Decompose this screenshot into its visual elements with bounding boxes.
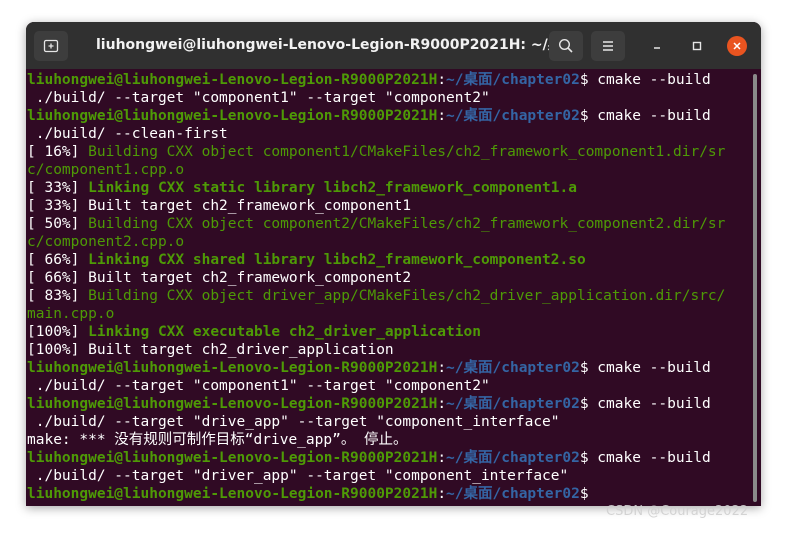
watermark: CSDN @Courage2022 (606, 504, 749, 519)
output-text: : (437, 108, 447, 124)
link-step-text: Linking CXX shared library libch2_framew… (88, 252, 586, 268)
output-text: : (437, 72, 447, 88)
output-text: $ cmake --build (579, 396, 711, 412)
terminal-line: [ 66%] Linking CXX shared library libch2… (27, 251, 747, 269)
menu-button[interactable] (591, 31, 625, 61)
terminal-line: liuhongwei@liuhongwei-Lenovo-Legion-R900… (27, 359, 747, 377)
maximize-button[interactable] (687, 36, 707, 56)
output-text: [ 33%] Built target ch2_framework_compon… (27, 198, 412, 214)
output-text: [ 33%] (27, 180, 89, 196)
close-icon (733, 42, 741, 50)
output-text: $ (579, 486, 598, 502)
output-text: make: *** 没有规则可制作目标“drive_app”。 停止。 (27, 432, 408, 448)
new-tab-button[interactable] (34, 31, 68, 61)
window-title: liuhongwei@liuhongwei-Lenovo-Legion-R900… (96, 37, 556, 53)
close-button[interactable] (727, 36, 747, 56)
new-tab-icon (43, 39, 59, 53)
terminal-line: make: *** 没有规则可制作目标“drive_app”。 停止。 (27, 431, 747, 449)
prompt-user: liuhongwei@liuhongwei-Lenovo-Legion-R900… (27, 486, 438, 502)
terminal-line: c/component1.cpp.o (27, 161, 747, 179)
build-step-text: c/component2.cpp.o (27, 234, 185, 250)
build-step-text: Building CXX object component1/CMakeFile… (88, 144, 726, 160)
terminal-line: ./build/ --clean-first (27, 125, 747, 143)
terminal-line: [ 66%] Built target ch2_framework_compon… (27, 269, 747, 287)
link-step-text: Linking CXX executable ch2_driver_applic… (88, 324, 481, 340)
scrollbar[interactable] (753, 74, 757, 502)
output-text: ./build/ --clean-first (27, 126, 228, 142)
terminal-line: liuhongwei@liuhongwei-Lenovo-Legion-R900… (27, 71, 747, 89)
terminal-line: [ 16%] Building CXX object component1/CM… (27, 143, 747, 161)
terminal-line: ./build/ --target "component1" --target … (27, 89, 747, 107)
terminal-line: main.cpp.o (27, 305, 747, 323)
terminal-line: liuhongwei@liuhongwei-Lenovo-Legion-R900… (27, 107, 747, 125)
output-text: [ 50%] (27, 216, 89, 232)
terminal-line: ./build/ --target "driver_app" --target … (27, 467, 747, 485)
build-step-text: c/component1.cpp.o (27, 162, 185, 178)
prompt-user: liuhongwei@liuhongwei-Lenovo-Legion-R900… (27, 360, 438, 376)
prompt-path: ~/桌面/chapter02 (446, 72, 580, 88)
output-text: [100%] Built target ch2_driver_applicati… (27, 342, 394, 358)
terminal-line: [ 83%] Building CXX object driver_app/CM… (27, 287, 747, 305)
terminal-line: liuhongwei@liuhongwei-Lenovo-Legion-R900… (27, 485, 747, 503)
prompt-user: liuhongwei@liuhongwei-Lenovo-Legion-R900… (27, 396, 438, 412)
output-text: : (437, 396, 447, 412)
terminal-window: liuhongwei@liuhongwei-Lenovo-Legion-R900… (26, 22, 761, 506)
output-text: ./build/ --target "driver_app" --target … (27, 468, 569, 484)
build-step-text: main.cpp.o (27, 306, 115, 322)
link-step-text: Linking CXX static library libch2_framew… (88, 180, 577, 196)
terminal-line: liuhongwei@liuhongwei-Lenovo-Legion-R900… (27, 395, 747, 413)
title-bar: liuhongwei@liuhongwei-Lenovo-Legion-R900… (26, 22, 761, 69)
terminal-line: [ 33%] Linking CXX static library libch2… (27, 179, 747, 197)
output-text: [ 83%] (27, 288, 89, 304)
output-text: $ cmake --build (579, 450, 711, 466)
output-text: ./build/ --target "component1" --target … (27, 90, 490, 106)
output-text: $ cmake --build (579, 360, 711, 376)
output-text: $ cmake --build (579, 72, 711, 88)
minimize-button[interactable] (647, 36, 667, 56)
search-button[interactable] (549, 31, 583, 61)
terminal-line: [ 33%] Built target ch2_framework_compon… (27, 197, 747, 215)
output-text: $ cmake --build (579, 108, 711, 124)
output-text: : (437, 486, 447, 502)
output-text: ./build/ --target "drive_app" --target "… (27, 414, 560, 430)
prompt-path: ~/桌面/chapter02 (446, 108, 580, 124)
terminal-line: [ 50%] Building CXX object component2/CM… (27, 215, 747, 233)
terminal-line: ./build/ --target "component1" --target … (27, 377, 747, 395)
minimize-icon (654, 47, 660, 49)
build-step-text: Building CXX object component2/CMakeFile… (88, 216, 726, 232)
prompt-user: liuhongwei@liuhongwei-Lenovo-Legion-R900… (27, 108, 438, 124)
prompt-user: liuhongwei@liuhongwei-Lenovo-Legion-R900… (27, 450, 438, 466)
output-text: [100%] (27, 324, 89, 340)
search-icon (558, 38, 573, 53)
output-text: : (437, 360, 447, 376)
prompt-path: ~/桌面/chapter02 (446, 450, 580, 466)
output-text: ./build/ --target "component1" --target … (27, 378, 490, 394)
terminal-line: liuhongwei@liuhongwei-Lenovo-Legion-R900… (27, 449, 747, 467)
prompt-path: ~/桌面/chapter02 (446, 360, 580, 376)
maximize-icon (692, 41, 702, 51)
prompt-path: ~/桌面/chapter02 (446, 396, 580, 412)
prompt-path: ~/桌面/chapter02 (446, 486, 580, 502)
output-text: [ 16%] (27, 144, 89, 160)
terminal-line: [100%] Linking CXX executable ch2_driver… (27, 323, 747, 341)
hamburger-menu-icon (603, 41, 613, 51)
output-text: [ 66%] (27, 252, 89, 268)
output-text: : (437, 450, 447, 466)
output-text: [ 66%] Built target ch2_framework_compon… (27, 270, 412, 286)
prompt-user: liuhongwei@liuhongwei-Lenovo-Legion-R900… (27, 72, 438, 88)
terminal-output[interactable]: liuhongwei@liuhongwei-Lenovo-Legion-R900… (27, 71, 747, 506)
terminal-line: [100%] Built target ch2_driver_applicati… (27, 341, 747, 359)
terminal-line: ./build/ --target "drive_app" --target "… (27, 413, 747, 431)
build-step-text: Building CXX object driver_app/CMakeFile… (88, 288, 726, 304)
terminal-line: c/component2.cpp.o (27, 233, 747, 251)
